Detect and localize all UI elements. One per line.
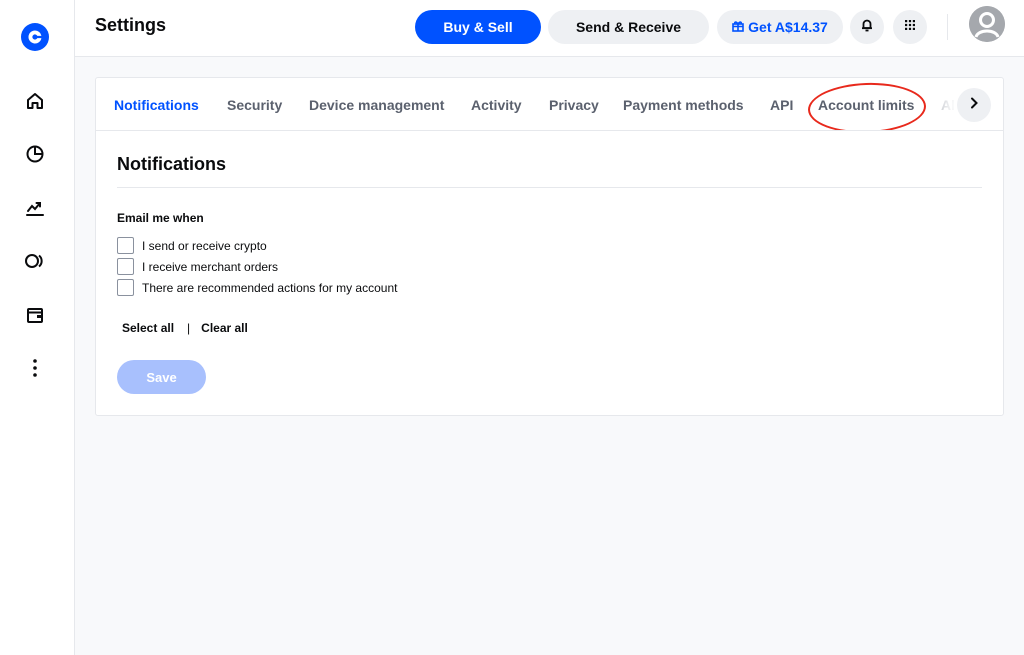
clear-all-link[interactable]: Clear all	[201, 321, 248, 335]
tab-api[interactable]: API	[770, 97, 793, 113]
grid-icon	[904, 18, 916, 36]
chevron-right-icon	[969, 96, 979, 114]
tab-account-limits[interactable]: Account limits	[818, 97, 914, 113]
checkbox[interactable]	[117, 279, 134, 296]
notifications-bell-button[interactable]	[850, 10, 884, 44]
send-receive-button[interactable]: Send & Receive	[548, 10, 709, 44]
checkbox-label: There are recommended actions for my acc…	[142, 280, 398, 295]
option-merchant-orders[interactable]: I receive merchant orders	[117, 258, 278, 275]
coinbase-logo-icon[interactable]	[21, 23, 49, 51]
option-recommended-actions[interactable]: There are recommended actions for my acc…	[117, 279, 397, 296]
trending-up-icon[interactable]	[24, 197, 46, 219]
checkbox-label: I receive merchant orders	[142, 259, 279, 274]
link-separator: |	[187, 321, 191, 335]
page-title: Settings	[95, 15, 167, 35]
bulk-actions: Select all | Clear all	[122, 321, 248, 335]
select-all-link[interactable]: Select all	[122, 321, 174, 335]
gift-icon	[732, 19, 744, 35]
option-send-receive-crypto[interactable]: I send or receive crypto	[117, 237, 267, 254]
tab-privacy[interactable]: Privacy	[549, 97, 599, 113]
section-title: Notifications	[117, 154, 227, 174]
settings-tabs: Notifications Security Device management…	[96, 78, 1003, 131]
get-reward-label: Get A$14.37	[748, 19, 828, 35]
bell-icon	[860, 18, 874, 37]
tab-security[interactable]: Security	[227, 97, 282, 113]
sidebar	[0, 0, 75, 655]
email-group-label: Email me when	[117, 211, 204, 225]
tabs-scroll-right-button[interactable]	[957, 88, 991, 122]
wallet-icon[interactable]	[24, 304, 46, 326]
buy-sell-button[interactable]: Buy & Sell	[415, 10, 541, 44]
earn-icon[interactable]	[24, 250, 46, 272]
checkbox[interactable]	[117, 237, 134, 254]
top-header: Settings Buy & Sell Send & Receive Get A…	[75, 0, 1024, 57]
save-button[interactable]: Save	[117, 360, 206, 394]
checkbox[interactable]	[117, 258, 134, 275]
main-content: Notifications Security Device management…	[75, 57, 1024, 655]
section-divider	[117, 187, 982, 188]
checkbox-label: I send or receive crypto	[142, 238, 267, 253]
tab-partial-hidden[interactable]: Al	[941, 97, 955, 113]
get-reward-button[interactable]: Get A$14.37	[717, 10, 843, 44]
header-divider	[947, 14, 948, 40]
tab-payment-methods[interactable]: Payment methods	[623, 97, 744, 113]
more-vertical-icon[interactable]	[24, 357, 46, 379]
tab-activity[interactable]: Activity	[471, 97, 522, 113]
home-icon[interactable]	[24, 90, 46, 112]
pie-chart-icon[interactable]	[24, 143, 46, 165]
tab-device-management[interactable]: Device management	[309, 97, 444, 113]
settings-card: Notifications Security Device management…	[95, 77, 1004, 416]
avatar[interactable]	[969, 6, 1005, 42]
tab-notifications[interactable]: Notifications	[114, 97, 199, 113]
apps-grid-button[interactable]	[893, 10, 927, 44]
